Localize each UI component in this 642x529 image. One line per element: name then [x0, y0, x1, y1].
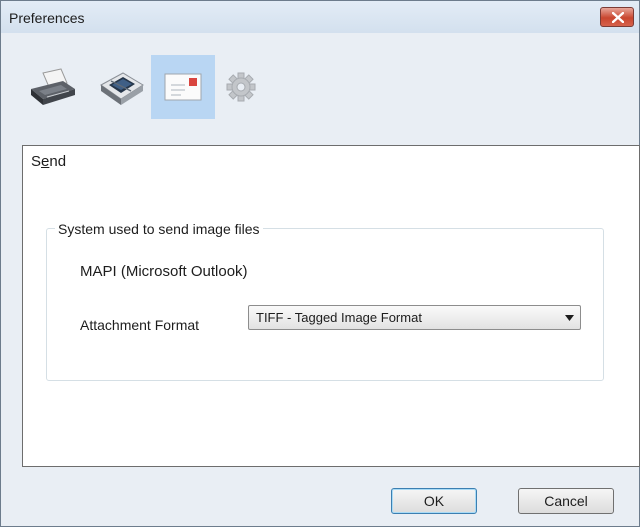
title-bar[interactable]: Preferences — [1, 1, 639, 33]
close-icon — [612, 12, 624, 23]
send-system-group: System used to send image files MAPI (Mi… — [46, 221, 604, 381]
send-system-name: MAPI (Microsoft Outlook) — [80, 263, 248, 280]
attachment-format-label: Attachment Format — [80, 317, 200, 333]
printer-icon — [31, 68, 75, 105]
group-title: System used to send image files — [55, 221, 263, 237]
chevron-down-icon — [565, 315, 574, 321]
attachment-format-value: TIFF - Tagged Image Format — [256, 310, 422, 325]
cancel-button[interactable]: Cancel — [518, 488, 614, 514]
email-icon — [164, 73, 202, 101]
send-panel: Send System used to send image files MAP… — [22, 145, 640, 467]
panel-title: Send — [31, 153, 67, 170]
scanner-icon — [100, 72, 144, 105]
category-toolbar — [1, 33, 639, 139]
toolbar-item-scanner[interactable] — [87, 55, 151, 119]
ok-button[interactable]: OK — [391, 488, 477, 514]
attachment-format-dropdown[interactable]: TIFF - Tagged Image Format — [248, 305, 581, 330]
window-title: Preferences — [9, 10, 85, 26]
gear-icon — [226, 72, 256, 102]
preferences-window: Preferences Send System used to send ima… — [0, 0, 640, 527]
toolbar-item-send[interactable] — [151, 55, 215, 119]
toolbar-item-settings[interactable] — [215, 55, 279, 119]
toolbar-item-printer[interactable] — [23, 55, 87, 119]
close-button[interactable] — [600, 7, 634, 27]
